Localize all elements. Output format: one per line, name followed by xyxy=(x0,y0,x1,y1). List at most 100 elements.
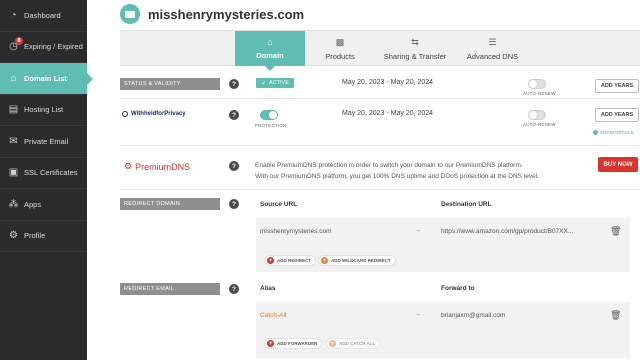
premium-dns-logo-text: PremiumDNS xyxy=(135,161,191,172)
domain-title: misshenrymysteries.com xyxy=(148,6,305,22)
source-url-header: Source URL xyxy=(260,201,298,208)
tab-label: Sharing & Transfer xyxy=(383,51,447,61)
premium-dns-description: Enable PremiumDNS protection in order to… xyxy=(255,160,595,182)
help-icon[interactable]: ? xyxy=(229,110,239,120)
redirect-domain-label: REDIRECT DOMAIN xyxy=(120,198,220,210)
auto-renew-label: AUTO-RENEW xyxy=(523,91,556,96)
privacy-logo-text: WithheldforPrivacy xyxy=(131,111,186,117)
add-redirect-button[interactable]: + ADD REDIRECT xyxy=(264,255,317,266)
trash-icon[interactable]: 🗑 xyxy=(610,226,621,237)
forward-to-value[interactable]: brianjaxm@gmail.com xyxy=(441,312,505,319)
redirect-email-panel xyxy=(256,302,630,358)
sidebar-item-label: Private Email xyxy=(24,136,69,146)
premium-dns-line: Enable PremiumDNS protection in order to… xyxy=(255,162,523,169)
sidebar-item-label: Expiring / Expired xyxy=(24,42,83,52)
button-label: ADD REDIRECT xyxy=(277,258,312,263)
sidebar-item-apps[interactable]: ⁂ Apps xyxy=(0,189,87,221)
button-label: ADD FORWARDER xyxy=(277,341,318,346)
privacy-dates: May 20, 2023 - May 20, 2024 xyxy=(342,110,434,117)
sidebar-item-private-email[interactable]: ✉ Private Email xyxy=(0,126,87,158)
show-details-link[interactable]: SHOW DETAILS xyxy=(593,130,634,135)
box-icon: ▩ xyxy=(335,36,345,47)
divider xyxy=(120,98,640,99)
add-forwarder-button[interactable]: + ADD FORWARDER xyxy=(264,338,323,349)
tab-sharing-transfer[interactable]: ⇆ Sharing & Transfer xyxy=(375,31,455,66)
tab-domain[interactable]: ⌂ Domain xyxy=(235,31,305,71)
button-label: ADD CATCH ALL xyxy=(339,341,376,346)
plus-icon: + xyxy=(321,257,328,264)
premium-dns-icon: ⚙ xyxy=(124,161,133,171)
divider xyxy=(120,145,640,146)
destination-url-header: Destination URL xyxy=(441,201,492,208)
privacy-logo-icon xyxy=(122,111,128,117)
add-catch-all-button[interactable]: + ADD CATCH ALL xyxy=(326,338,381,349)
sidebar-item-label: Apps xyxy=(24,199,42,209)
alias-header: Alias xyxy=(260,285,276,292)
chevron-down-icon xyxy=(593,130,598,135)
sidebar-item-label: Dashboard xyxy=(24,10,61,20)
tab-label: Products xyxy=(325,51,355,61)
sidebar: ◔ Dashboard ◷ 8 Expiring / Expired ⌂ Dom… xyxy=(0,0,93,360)
domain-header: misshenrymysteries.com xyxy=(120,0,304,28)
plus-icon: + xyxy=(329,340,336,347)
plus-icon: + xyxy=(267,340,274,347)
premium-dns-logo: ⚙ PremiumDNS xyxy=(124,161,190,172)
app-window: ◔ Dashboard ◷ 8 Expiring / Expired ⌂ Dom… xyxy=(0,0,640,360)
help-icon[interactable]: ? xyxy=(229,284,239,294)
expiring-count-badge: 8 xyxy=(15,36,23,45)
gear-icon: ⚙ xyxy=(9,230,18,242)
server-icon: ▤ xyxy=(8,104,19,116)
sidebar-item-ssl[interactable]: ▣ SSL Certificates xyxy=(0,158,87,189)
buy-now-button[interactable]: BUY NOW xyxy=(598,157,638,172)
plus-icon: + xyxy=(267,257,274,264)
house-icon: ⌂ xyxy=(267,37,273,47)
sidebar-item-label: Domain List xyxy=(24,73,67,83)
sidebar-item-dashboard[interactable]: ◔ Dashboard xyxy=(0,0,87,32)
premium-dns-line: With our PremiumDNS platform, you get 10… xyxy=(255,173,539,180)
add-wildcard-redirect-button[interactable]: + ADD WILDCARD REDIRECT xyxy=(318,255,396,266)
sidebar-item-expiring[interactable]: ◷ 8 Expiring / Expired xyxy=(0,32,87,63)
arrow-right-icon: → xyxy=(414,311,421,318)
status-badge: ✓ ACTIVE xyxy=(256,78,294,88)
help-icon[interactable]: ? xyxy=(229,79,239,89)
add-years-privacy-button[interactable]: ADD YEARS xyxy=(595,108,639,122)
trash-icon[interactable]: 🗑 xyxy=(610,310,621,321)
arrow-right-icon: → xyxy=(414,227,421,234)
lock-icon: ▣ xyxy=(8,167,19,179)
alias-value[interactable]: Catch-All xyxy=(260,312,286,319)
tab-bar: ⌂ Domain ▩ Products ⇆ Sharing & Transfer… xyxy=(120,30,640,71)
dns-icon: ☰ xyxy=(488,36,497,47)
privacy-protection-toggle[interactable] xyxy=(260,110,278,120)
forward-to-header: Forward to xyxy=(441,285,475,292)
sidebar-item-label: Profile xyxy=(24,231,46,241)
status-text: ACTIVE xyxy=(269,80,289,86)
button-label: ADD WILDCARD REDIRECT xyxy=(331,258,391,263)
validity-dates: May 20, 2023 - May 20, 2024 xyxy=(342,79,434,86)
help-icon[interactable]: ? xyxy=(229,199,239,209)
domain-logo-icon xyxy=(120,4,140,24)
auto-renew-toggle[interactable] xyxy=(528,79,546,89)
auto-renew-label: AUTO-RENEW xyxy=(523,122,556,127)
sidebar-item-domain-list[interactable]: ⌂ Domain List xyxy=(0,63,93,95)
withheld-for-privacy-logo: WithheldforPrivacy xyxy=(122,111,186,117)
source-url-value[interactable]: misshenrymysteries.com xyxy=(260,228,332,235)
tab-label: Domain xyxy=(256,51,284,60)
status-validity-label: STATUS & VALIDITY xyxy=(120,78,220,90)
add-years-button[interactable]: ADD YEARS xyxy=(595,79,639,93)
divider xyxy=(120,189,640,190)
swap-icon: ⇆ xyxy=(411,36,419,47)
tab-advanced-dns[interactable]: ☰ Advanced DNS xyxy=(455,31,530,66)
domain-sub-icon: ⌁ xyxy=(150,19,154,25)
tab-products[interactable]: ▩ Products xyxy=(305,31,375,66)
sidebar-item-profile[interactable]: ⚙ Profile xyxy=(0,221,87,252)
show-details-text: SHOW DETAILS xyxy=(600,130,634,135)
help-icon[interactable]: ? xyxy=(229,161,239,171)
privacy-auto-renew-toggle[interactable] xyxy=(528,110,546,120)
speedometer-icon: ◔ xyxy=(10,9,17,21)
sidebar-item-hosting-list[interactable]: ▤ Hosting List xyxy=(0,95,87,126)
envelope-icon: ✉ xyxy=(9,135,18,147)
destination-url-value[interactable]: https://www.amazon.com/gp/product/B07XX.… xyxy=(441,228,601,235)
house-icon: ⌂ xyxy=(10,72,17,84)
redirect-email-label: REDIRECT EMAIL xyxy=(120,283,220,295)
check-icon: ✓ xyxy=(261,80,267,87)
